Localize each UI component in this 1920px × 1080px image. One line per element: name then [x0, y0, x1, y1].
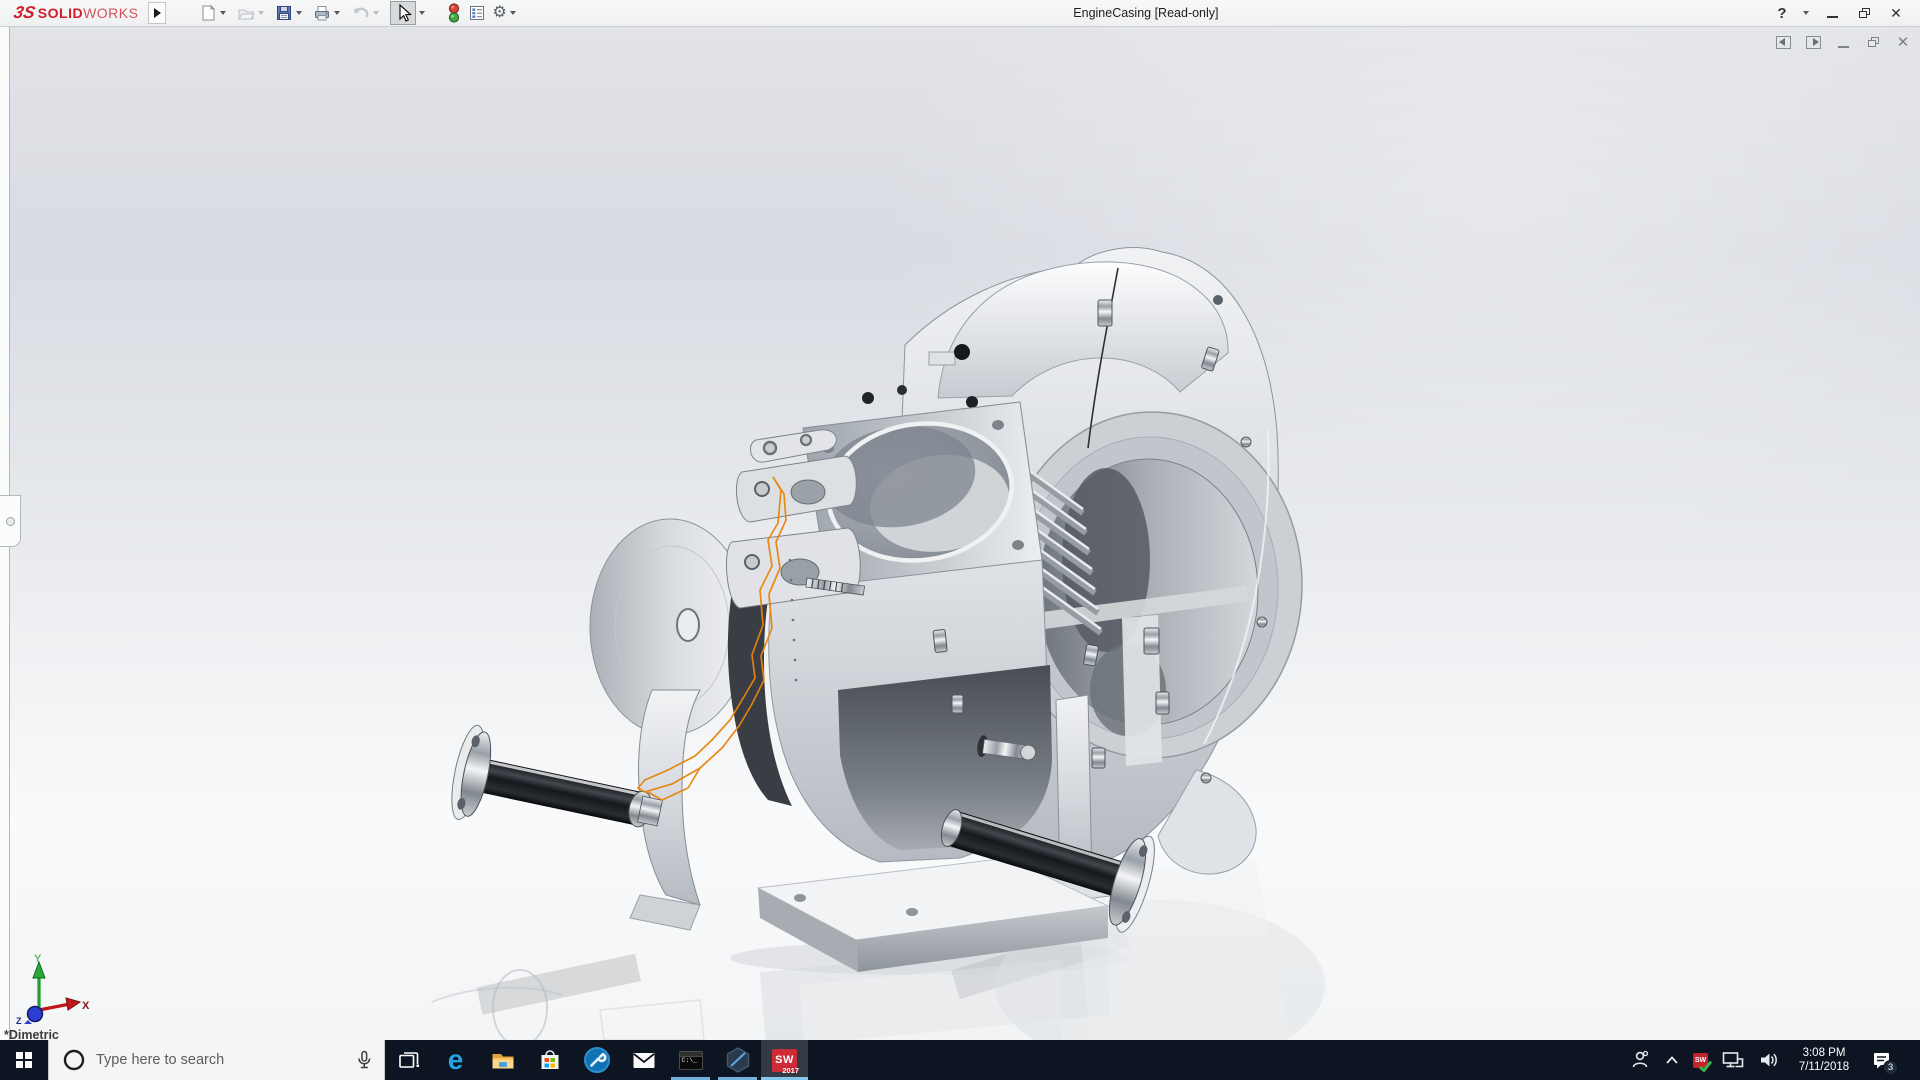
cylinder-block[interactable] — [769, 385, 1052, 862]
save-icon — [275, 4, 293, 22]
network-icon — [1721, 1050, 1745, 1070]
network-button[interactable] — [1721, 1050, 1745, 1070]
task-view-button[interactable] — [385, 1040, 432, 1080]
options-table-icon — [468, 4, 486, 22]
select-tool-button[interactable] — [389, 1, 431, 26]
windows-taskbar: e — [0, 1040, 1920, 1080]
search-input[interactable] — [96, 1052, 354, 1068]
left-mount-rod[interactable] — [445, 723, 669, 860]
brand-works: WORKS — [83, 5, 138, 21]
action-center-button[interactable]: 3 — [1868, 1046, 1896, 1074]
flyout-arrow-icon — [154, 8, 161, 18]
menu-flyout-button[interactable] — [148, 2, 166, 24]
taskbar-clock[interactable]: 3:08 PM 7/11/2018 — [1793, 1046, 1855, 1074]
select-cursor-icon — [393, 2, 413, 24]
taskbar-mail-button[interactable] — [620, 1040, 667, 1080]
people-button[interactable] — [1629, 1049, 1651, 1071]
green-check-icon — [1699, 1060, 1712, 1072]
print-button[interactable] — [312, 1, 346, 26]
solidworks-logo: 3S SOLID WORKS — [0, 3, 148, 23]
dropdown-arrow-icon[interactable] — [220, 11, 226, 15]
taskbar-support-tool-button[interactable] — [573, 1040, 620, 1080]
file-explorer-icon — [490, 1048, 516, 1072]
settings-button[interactable]: ⚙ — [491, 1, 521, 26]
triad-x-label: X — [82, 1000, 90, 1012]
new-document-button[interactable] — [198, 1, 232, 26]
taskbar-edge-button[interactable]: e — [432, 1040, 479, 1080]
dropdown-arrow-icon[interactable] — [419, 11, 425, 15]
dropdown-arrow-icon[interactable] — [334, 11, 340, 15]
gear-icon: ⚙ — [492, 5, 506, 21]
brand-solid: SOLID — [38, 5, 83, 21]
select-tool-pressed-frame — [390, 1, 416, 25]
taskbar-store-button[interactable] — [526, 1040, 573, 1080]
tray-time: 3:08 PM — [1793, 1046, 1855, 1060]
window-controls: ? ✕ — [1768, 2, 1920, 24]
undo-icon — [351, 4, 370, 22]
save-button[interactable] — [274, 1, 308, 26]
quick-access-toolbar: ⚙ — [196, 0, 523, 27]
hexagon-app-icon — [724, 1046, 752, 1074]
minimize-icon — [1827, 16, 1838, 18]
close-button[interactable]: ✕ — [1882, 2, 1910, 24]
taskbar-file-explorer-button[interactable] — [479, 1040, 526, 1080]
print-icon — [313, 4, 331, 22]
dropdown-arrow-icon — [258, 11, 264, 15]
microphone-icon[interactable] — [354, 1049, 374, 1071]
mail-icon — [631, 1049, 657, 1071]
open-icon — [237, 4, 255, 22]
solidworks-window: 3S SOLID WORKS — [0, 0, 1920, 1080]
command-prompt-icon: C:\_ — [679, 1051, 703, 1070]
restore-icon — [1859, 8, 1870, 18]
volume-button[interactable] — [1758, 1050, 1780, 1070]
taskbar-solidworks-button[interactable]: SW 2017 — [761, 1040, 808, 1080]
help-dropdown-arrow-icon[interactable] — [1803, 11, 1809, 15]
store-icon — [537, 1047, 563, 1073]
windows-logo-icon — [16, 1052, 32, 1068]
solidworks-app-icon: SW 2017 — [772, 1049, 797, 1072]
edge-icon: e — [448, 1046, 464, 1074]
help-button[interactable]: ? — [1768, 2, 1796, 24]
taskbar-search[interactable] — [48, 1040, 385, 1080]
title-bar: 3S SOLID WORKS — [0, 0, 1920, 27]
undo-button[interactable] — [350, 1, 385, 26]
dropdown-arrow-icon[interactable] — [296, 11, 302, 15]
people-icon — [1629, 1049, 1651, 1071]
speaker-icon — [1758, 1050, 1780, 1070]
orientation-triad: Y X Z — [8, 952, 92, 1024]
engine-casing-model[interactable] — [0, 27, 1920, 1040]
task-view-icon — [398, 1050, 420, 1070]
cortana-icon — [62, 1048, 86, 1072]
hidden-icons-button[interactable] — [1664, 1053, 1680, 1067]
system-tray: SW — [1629, 1040, 1920, 1080]
taskbar-command-prompt-button[interactable]: C:\_ — [667, 1040, 714, 1080]
traffic-light-icon — [446, 3, 462, 23]
start-button[interactable] — [0, 1040, 48, 1080]
notification-badge: 3 — [1883, 1060, 1898, 1075]
rebuild-traffic-light-button[interactable] — [445, 1, 463, 26]
dropdown-arrow-icon — [373, 11, 379, 15]
triad-y-label: Y — [34, 953, 42, 965]
triad-z-label: Z — [16, 1016, 22, 1024]
minimize-button[interactable] — [1818, 2, 1846, 24]
dropdown-arrow-icon[interactable] — [510, 11, 516, 15]
solidworks-logo-mark-icon: 3S — [12, 3, 37, 23]
task-pane-options-button[interactable] — [467, 1, 487, 26]
document-title: EngineCasing [Read-only] — [524, 6, 1768, 20]
solidworks-monitor-tray-button[interactable]: SW — [1693, 1053, 1708, 1068]
graphics-area[interactable]: ✕ — [0, 27, 1920, 1040]
restore-button[interactable] — [1850, 2, 1878, 24]
chevron-up-icon — [1664, 1053, 1680, 1067]
solidworks-tray-icon: SW — [1693, 1053, 1708, 1068]
new-document-icon — [199, 4, 217, 22]
taskbar-hexagon-app-button[interactable] — [714, 1040, 761, 1080]
tray-date: 7/11/2018 — [1793, 1060, 1855, 1074]
open-button[interactable] — [236, 1, 270, 26]
wrench-circle-icon — [583, 1046, 611, 1074]
